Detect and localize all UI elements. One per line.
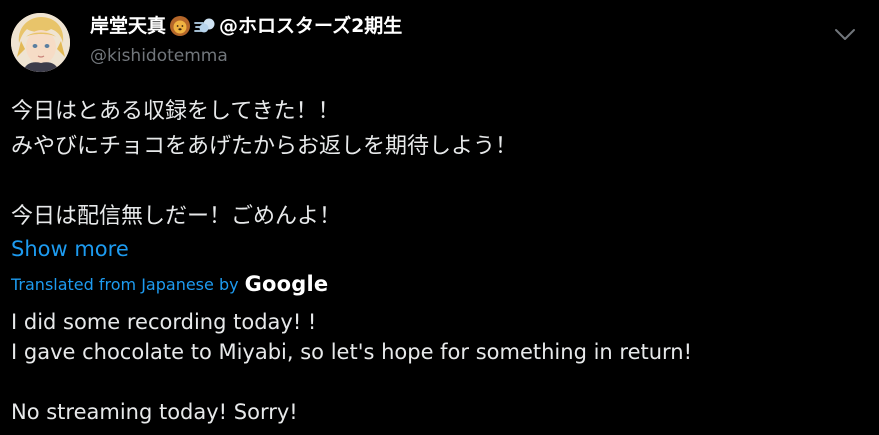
google-logo: Google — [244, 272, 329, 296]
tweet-translation: I did some recording today! ! I gave cho… — [11, 310, 693, 424]
dash-symbol-icon — [194, 15, 216, 37]
translation-attribution[interactable]: Translated from Japanese by Google — [11, 272, 328, 296]
author-display-name-suffix[interactable]: @ホロスターズ2期生 — [219, 13, 402, 39]
show-more-link[interactable]: Show more — [11, 237, 129, 261]
author-handle[interactable]: @kishidotemma — [90, 43, 402, 69]
avatar[interactable] — [11, 13, 70, 72]
author-block: 岸堂天真 @ホロスターズ2期生 @kishidotemma — [90, 13, 402, 69]
author-display-name-row[interactable]: 岸堂天真 @ホロスターズ2期生 — [90, 13, 402, 39]
lion-face-icon — [169, 15, 191, 37]
translated-from-label: Translated from Japanese by — [11, 274, 239, 294]
tweet-header: 岸堂天真 @ホロスターズ2期生 @kishidotemma — [11, 11, 879, 75]
chevron-down-icon[interactable] — [833, 27, 857, 43]
tweet-body: 今日はとある収録をしてきた！！ みやびにチョコをあげたからお返しを期待しよう！ … — [11, 99, 518, 229]
author-display-name[interactable]: 岸堂天真 — [90, 13, 166, 39]
